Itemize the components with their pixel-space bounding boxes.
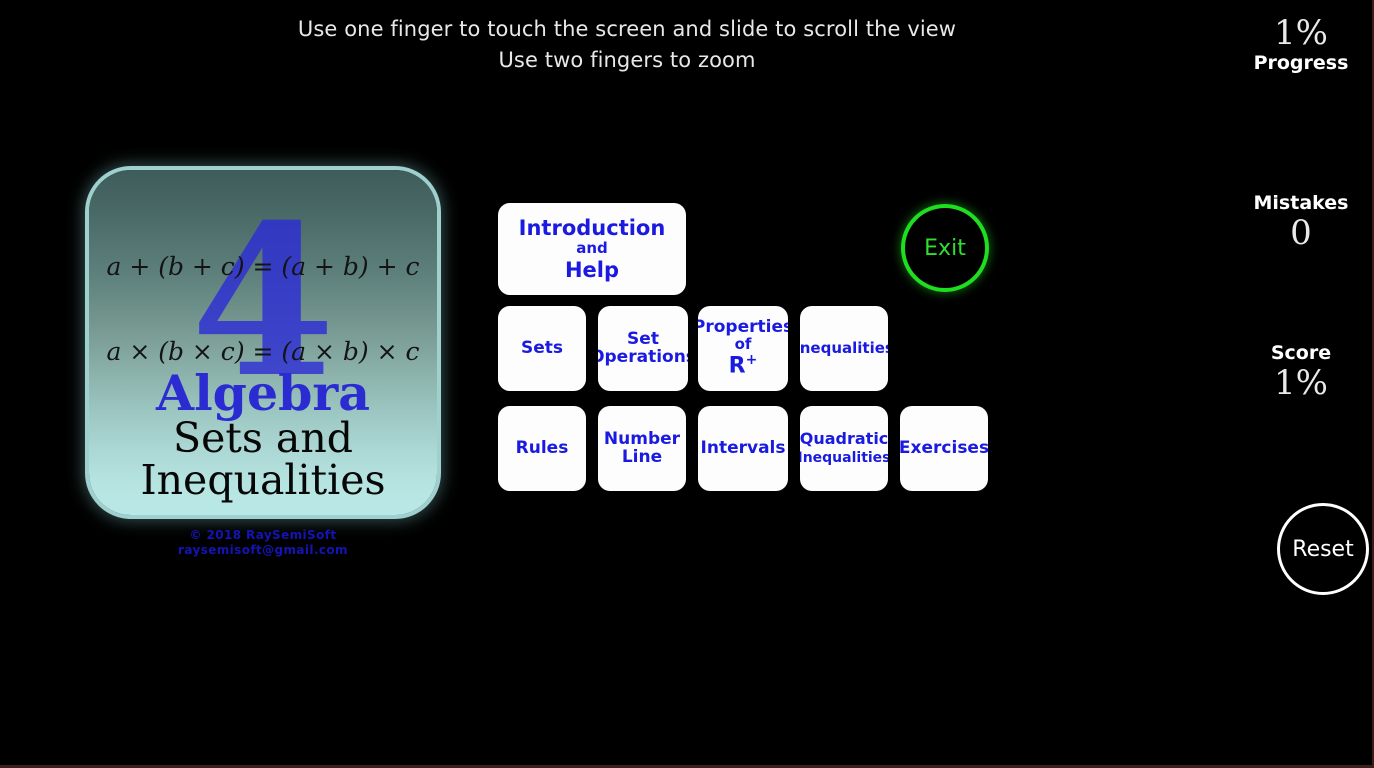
instruction-line-1: Use one finger to touch the screen and s… — [297, 17, 957, 41]
menu-button-set-operations[interactable]: Set Operations — [598, 306, 688, 391]
menu-button-quadratic-inequalities[interactable]: Quadratic Inequalities — [800, 406, 888, 491]
menu-button-rules[interactable]: Rules — [498, 406, 586, 491]
exit-button[interactable]: Exit — [901, 204, 989, 292]
intro-line-1: Introduction — [518, 216, 666, 241]
menu-button-sets[interactable]: Sets — [498, 306, 586, 391]
menu-button-intervals[interactable]: Intervals — [698, 406, 788, 491]
copyright-line-2: raysemisoft@gmail.com — [178, 543, 348, 557]
mistakes-label: Mistakes — [1253, 192, 1349, 214]
intro-line-3: Help — [564, 257, 620, 282]
mistakes-stat: Mistakes 0 — [1236, 192, 1366, 252]
set-operations-line-1: Set — [627, 328, 659, 349]
copyright-line-1: © 2018 RaySemiSoft — [189, 528, 337, 542]
progress-label: Progress — [1253, 52, 1349, 74]
card-subject: Algebra — [156, 364, 370, 422]
progress-value: 1% — [1274, 13, 1328, 53]
set-operations-line-2: Operations — [598, 346, 688, 367]
number-line-line-1: Number — [603, 428, 681, 449]
stats-rail: 1% Progress Mistakes 0 Score 1% — [1242, 0, 1372, 765]
associativity-multiplication-formula: a × (b × c) = (a × b) × c — [106, 337, 420, 366]
menu-button-number-line[interactable]: Number Line — [598, 406, 686, 491]
properties-line-3: R+ — [728, 352, 758, 379]
inequalities-label: Inequalities — [800, 338, 888, 357]
properties-line-2: of — [734, 335, 752, 354]
progress-stat: 1% Progress — [1236, 14, 1366, 74]
copyright-notice: © 2018 RaySemiSoft raysemisoft@gmail.com — [89, 528, 437, 558]
number-line-line-2: Line — [621, 446, 663, 467]
card-title: Sets and Inequalities — [89, 417, 437, 501]
reset-label: Reset — [1292, 536, 1354, 562]
quadratic-line-1: Quadratic — [800, 429, 888, 449]
card-title-line-1: Sets and — [173, 414, 353, 462]
exercises-label: Exercises — [900, 437, 988, 458]
r-symbol: R — [728, 353, 746, 379]
instructions-text: Use one finger to touch the screen and s… — [0, 14, 1372, 76]
exit-label: Exit — [924, 235, 966, 261]
card-title-line-2: Inequalities — [140, 456, 386, 504]
app-screen: Use one finger to touch the screen and s… — [0, 0, 1374, 768]
score-stat: Score 1% — [1236, 342, 1366, 402]
intro-line-2: and — [576, 239, 608, 258]
quadratic-line-2: Inequalities — [800, 450, 888, 467]
reset-button[interactable]: Reset — [1277, 503, 1369, 595]
instruction-line-2: Use two fingers to zoom — [498, 48, 756, 72]
score-label: Score — [1270, 342, 1332, 364]
associativity-addition-formula: a + (b + c) = (a + b) + c — [106, 252, 420, 281]
menu-button-inequalities[interactable]: Inequalities — [800, 306, 888, 391]
rules-label: Rules — [515, 437, 569, 458]
intervals-label: Intervals — [700, 437, 786, 458]
chapter-title-card[interactable]: 4 a + (b + c) = (a + b) + c a × (b × c) … — [89, 170, 437, 515]
mistakes-value: 0 — [1290, 213, 1312, 253]
score-value: 1% — [1274, 363, 1328, 403]
menu-button-properties-of-r-plus[interactable]: Properties of R+ — [698, 306, 788, 391]
menu-button-introduction-and-help[interactable]: Introduction and Help — [498, 203, 686, 295]
plus-superscript: + — [745, 352, 758, 369]
menu-button-exercises[interactable]: Exercises — [900, 406, 988, 491]
sets-label: Sets — [520, 337, 564, 358]
